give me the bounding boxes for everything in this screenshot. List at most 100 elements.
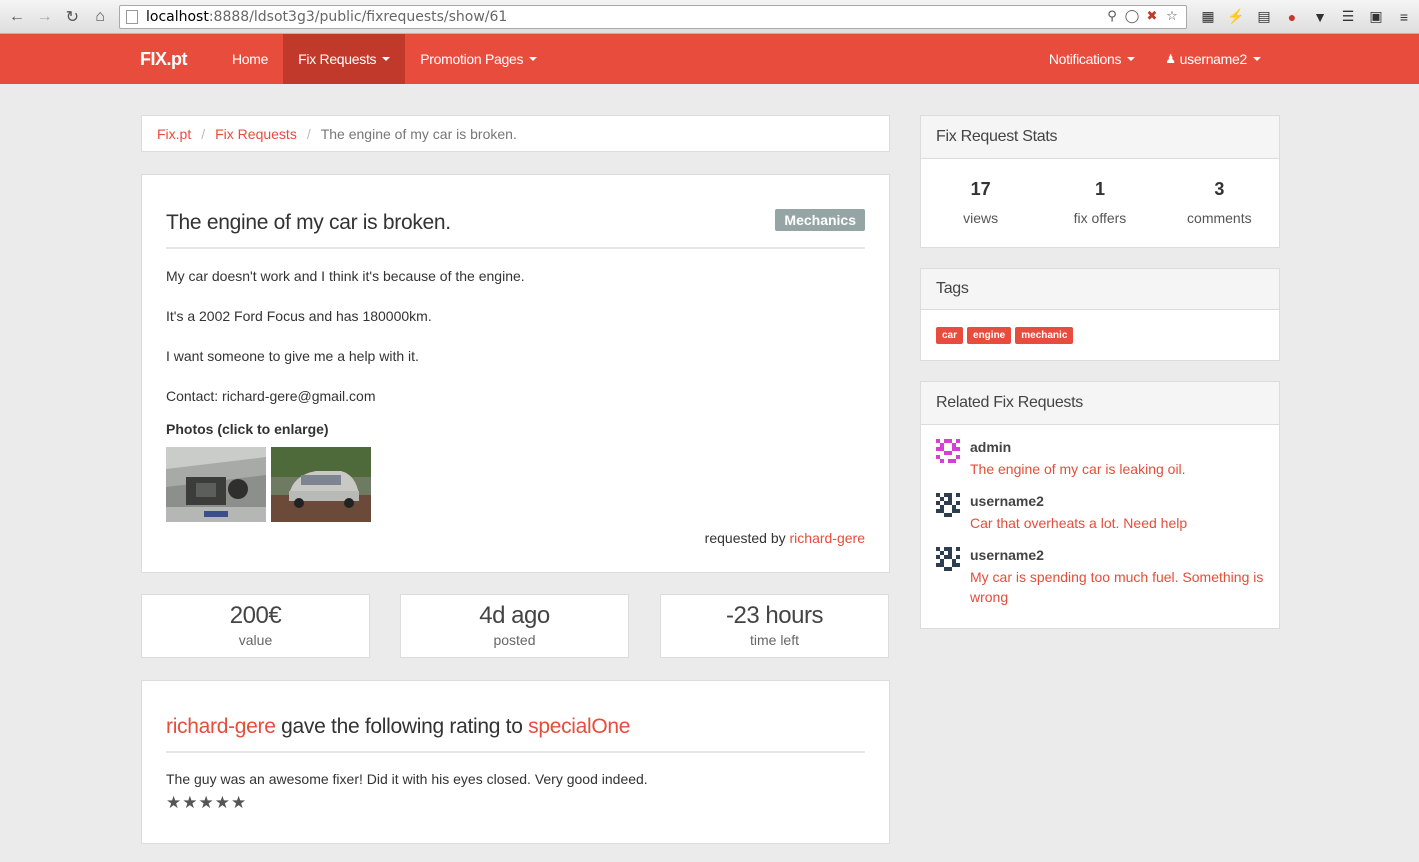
rating-middle-text: gave the following rating to <box>275 715 529 738</box>
breadcrumb-separator: / <box>201 125 206 142</box>
brand-logo[interactable]: FIX.pt <box>140 34 188 84</box>
avatar <box>936 547 960 571</box>
stats-panel: Fix Request Stats 17 views 1 fix offers … <box>920 115 1280 248</box>
stat-num: 1 <box>1094 179 1105 199</box>
browser-toolbar: ← → ↻ ⌂ localhost:8888/ldsot3g3/public/f… <box>0 0 1419 34</box>
category-badge[interactable]: Mechanics <box>775 209 865 231</box>
nav-user-label: username2 <box>1179 51 1248 67</box>
nav-promotion-pages[interactable]: Promotion Pages <box>405 34 552 84</box>
extension-window-icon[interactable]: ▣ <box>1367 8 1385 26</box>
rating-title: richard-gere gave the following rating t… <box>166 681 865 753</box>
address-bar[interactable]: localhost:8888/ldsot3g3/public/fixreques… <box>119 4 1187 29</box>
related-link[interactable]: The engine of my car is leaking oil. <box>970 459 1270 479</box>
extension-grid-icon[interactable]: ▦ <box>1199 8 1217 26</box>
stat-lbl: views <box>963 210 999 226</box>
stats-panel-title: Fix Request Stats <box>921 116 1279 159</box>
related-item: username2 My car is spending too much fu… <box>921 547 1279 607</box>
nav-user-menu[interactable]: ♟ username2 <box>1150 34 1276 84</box>
stat-box-time-left: -23 hours time left <box>660 594 889 658</box>
description-line: It's a 2002 Ford Focus and has 180000km. <box>166 308 432 324</box>
fixer-link[interactable]: specialOne <box>528 715 630 738</box>
url-host: localhost <box>146 8 209 25</box>
photo-gallery <box>166 447 865 522</box>
related-panel: Related Fix Requests admin The engine of… <box>920 381 1280 629</box>
description-line: My car doesn't work and I think it's bec… <box>166 268 525 284</box>
rater-link[interactable]: richard-gere <box>166 715 276 738</box>
breadcrumb-separator: / <box>306 125 311 142</box>
bookmark-star-icon[interactable]: ☆ <box>1164 9 1180 25</box>
related-author: username2 <box>970 547 1044 563</box>
page-icon <box>126 9 138 24</box>
stat-num: 3 <box>1214 179 1225 199</box>
stat-lbl: fix offers <box>1073 210 1127 226</box>
stat-value: 200€ <box>229 602 282 629</box>
chevron-down-icon <box>382 57 391 61</box>
stat-comments: 3 comments <box>1160 179 1279 226</box>
stat-views: 17 views <box>921 179 1040 226</box>
menu-icon[interactable]: ≡ <box>1395 8 1413 26</box>
extension-bolt-icon[interactable]: ⚡ <box>1227 8 1245 26</box>
related-item: username2 Car that overheats a lot. Need… <box>921 493 1279 533</box>
star-rating-icon: ★★★★★ <box>166 793 248 812</box>
extension-opera-icon[interactable]: ● <box>1283 8 1301 26</box>
home-icon[interactable]: ⌂ <box>89 6 111 28</box>
avatar <box>936 493 960 517</box>
extension-layers-icon[interactable]: ☰ <box>1339 8 1357 26</box>
nav-notifications-label: Notifications <box>1048 51 1122 67</box>
tags-panel-title: Tags <box>921 269 1279 310</box>
blocked-icon[interactable]: ✖ <box>1144 9 1160 25</box>
photos-label: Photos (click to enlarge) <box>166 421 329 437</box>
breadcrumb-root[interactable]: Fix.pt <box>157 126 191 142</box>
nav-fix-requests[interactable]: Fix Requests <box>283 34 406 84</box>
stat-label: value <box>238 632 273 648</box>
related-item: admin The engine of my car is leaking oi… <box>921 439 1279 479</box>
url-path: :8888/ldsot3g3/public/fixrequests/show/6… <box>208 8 508 25</box>
related-panel-title: Related Fix Requests <box>921 382 1279 425</box>
requester-link[interactable]: richard-gere <box>790 530 865 546</box>
avatar <box>936 439 960 463</box>
stat-fix-offers: 1 fix offers <box>1040 179 1159 226</box>
stat-box-posted: 4d ago posted <box>400 594 629 658</box>
search-zoom-icon[interactable]: ⚲ <box>1104 9 1120 25</box>
stat-box-value: 200€ value <box>141 594 370 658</box>
stat-value: 4d ago <box>479 602 550 629</box>
forward-icon[interactable]: → <box>34 6 56 28</box>
related-author: admin <box>970 439 1012 455</box>
breadcrumb-current: The engine of my car is broken. <box>320 125 517 142</box>
chevron-down-icon <box>1127 57 1136 61</box>
rating-panel: richard-gere gave the following rating t… <box>141 680 890 844</box>
nav-fix-requests-label: Fix Requests <box>298 51 377 67</box>
stat-num: 17 <box>970 179 991 199</box>
nav-promotion-pages-label: Promotion Pages <box>420 51 524 67</box>
chevron-down-icon <box>529 57 538 61</box>
chevron-down-icon <box>1253 57 1261 61</box>
requested-by-prefix: requested by <box>704 530 786 546</box>
related-link[interactable]: Car that overheats a lot. Need help <box>970 513 1270 533</box>
user-icon: ♟ <box>1165 52 1176 66</box>
stat-label: time left <box>749 632 799 648</box>
stat-label: posted <box>493 632 536 648</box>
request-title: The engine of my car is broken. <box>166 211 451 234</box>
request-description: My car doesn't work and I think it's bec… <box>166 265 865 407</box>
related-link[interactable]: My car is spending too much fuel. Someth… <box>970 567 1270 607</box>
request-panel: The engine of my car is broken. Mechanic… <box>141 174 890 573</box>
tag-car[interactable]: car <box>936 327 964 344</box>
photo-thumbnail-car[interactable] <box>271 447 371 522</box>
nav-home[interactable]: Home <box>217 34 283 84</box>
tag-engine[interactable]: engine <box>967 327 1012 344</box>
photo-thumbnail-engine[interactable] <box>166 447 266 522</box>
nav-notifications[interactable]: Notifications <box>1034 34 1150 84</box>
back-icon[interactable]: ← <box>6 6 28 28</box>
description-line: Contact: richard-gere@gmail.com <box>166 388 376 404</box>
extension-pocket-icon[interactable]: ▼ <box>1311 8 1329 26</box>
requested-by: requested by richard-gere <box>166 530 865 546</box>
nav-home-label: Home <box>232 51 269 67</box>
refresh-circle-icon[interactable]: ◯ <box>1124 9 1140 25</box>
reload-icon[interactable]: ↻ <box>62 6 84 28</box>
tag-mechanic[interactable]: mechanic <box>1015 327 1074 344</box>
breadcrumb: Fix.pt / Fix Requests / The engine of my… <box>141 115 890 152</box>
tags-panel: Tags car engine mechanic <box>920 268 1280 361</box>
breadcrumb-section[interactable]: Fix Requests <box>215 126 297 142</box>
extension-reader-icon[interactable]: ▤ <box>1255 8 1273 26</box>
site-navbar: FIX.pt Home Fix Requests Promotion Pages… <box>0 34 1419 84</box>
